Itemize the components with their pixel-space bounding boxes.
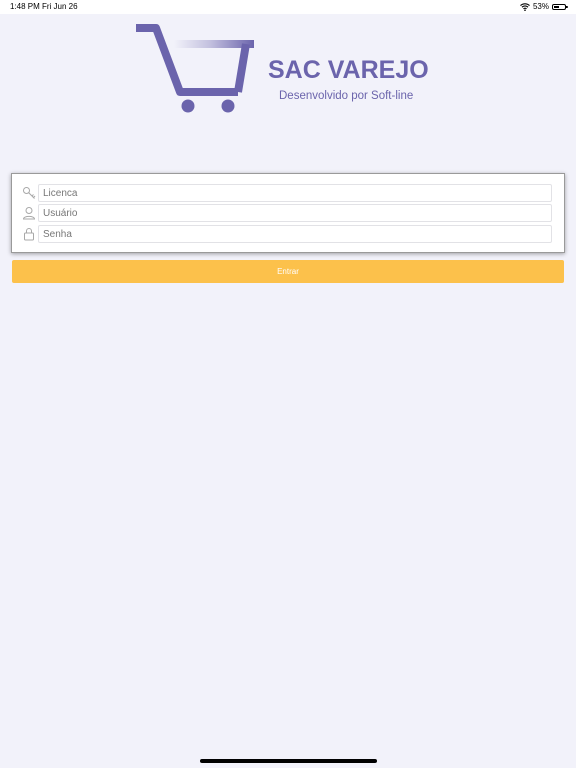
user-input[interactable] [38, 204, 552, 222]
battery-fill [554, 5, 560, 8]
password-row [12, 225, 564, 243]
login-form [11, 173, 565, 253]
battery-percent: 53% [532, 2, 549, 11]
app-logo-subtitle: Desenvolvido por Soft-line [279, 90, 414, 102]
wifi-icon [520, 2, 530, 11]
status-bar: 1:48 PM Fri Jun 26 53% [0, 0, 576, 14]
shopping-cart-icon [136, 24, 254, 113]
app-logo-title: SAC VAREJO [268, 56, 429, 84]
key-icon [23, 187, 36, 199]
license-input[interactable] [38, 184, 552, 202]
password-input[interactable] [38, 225, 552, 243]
user-icon [22, 207, 36, 220]
battery-icon [552, 3, 568, 10]
status-time: 1:48 PM [10, 2, 40, 11]
enter-button[interactable]: Entrar [12, 260, 564, 283]
status-date: Fri Jun 26 [42, 2, 78, 11]
status-indicators: 53% [520, 2, 568, 11]
lock-icon [24, 228, 34, 241]
home-indicator[interactable] [200, 759, 377, 763]
license-row [12, 184, 564, 202]
user-row [12, 204, 564, 222]
